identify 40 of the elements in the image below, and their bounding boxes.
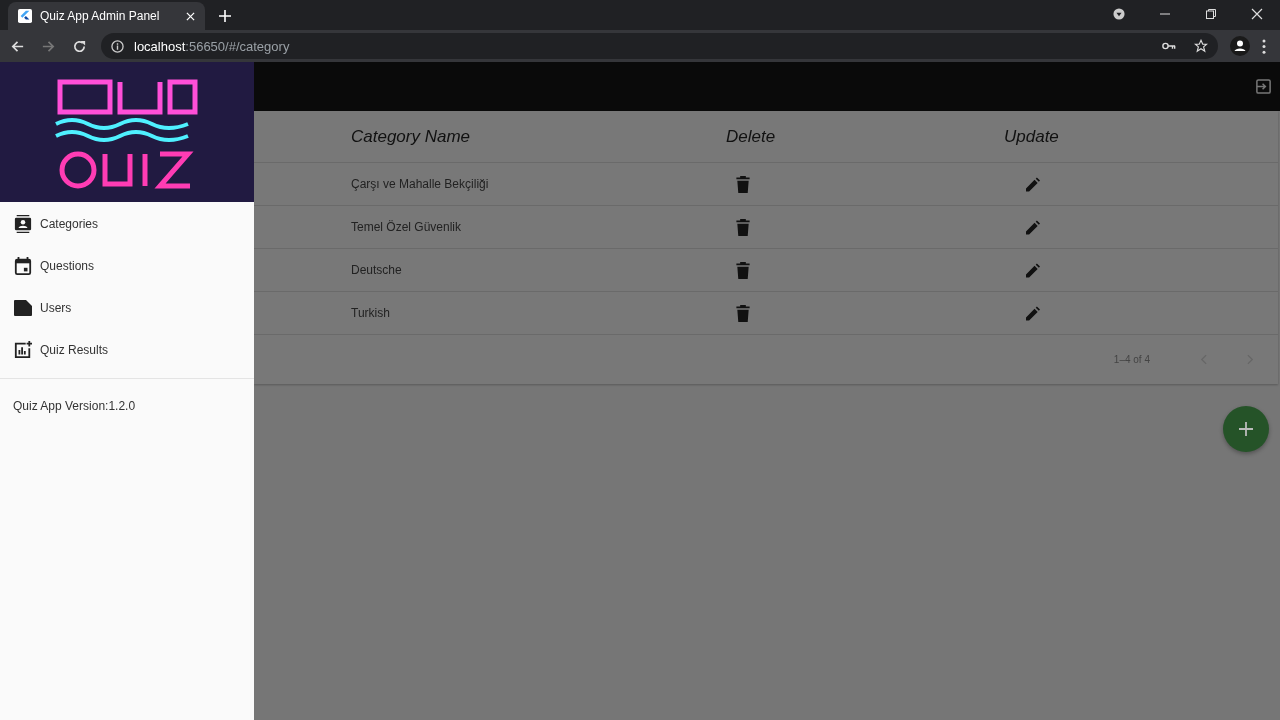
trash-icon[interactable] (736, 261, 750, 279)
logout-icon[interactable] (1255, 78, 1272, 95)
plus-icon (1239, 422, 1253, 436)
info-icon (111, 39, 124, 53)
trash-icon[interactable] (736, 304, 750, 322)
chart-add-icon (14, 341, 32, 359)
app-logo-icon (18, 9, 32, 23)
reload-icon[interactable] (72, 38, 87, 54)
star-icon[interactable] (1194, 39, 1208, 53)
table-cell: Deutsche (351, 263, 402, 277)
calendar-icon (14, 257, 32, 275)
column-header: Delete (726, 126, 776, 147)
table-cell: Turkish (351, 306, 390, 320)
url-text: localhost:56650/#/category (134, 38, 290, 54)
drawer-item[interactable]: Questions (0, 245, 254, 287)
restore-icon[interactable] (1205, 8, 1217, 20)
trash-icon[interactable] (736, 175, 750, 193)
column-header: Category Name (351, 126, 471, 147)
trash-icon[interactable] (736, 218, 750, 236)
pencil-icon[interactable] (1026, 175, 1040, 193)
table-cell: Temel Özel Güvenlik (351, 220, 462, 234)
account-icon[interactable] (1230, 36, 1250, 56)
menu-icon[interactable] (1262, 38, 1266, 54)
column-header: Update (1004, 126, 1059, 147)
drawer-item[interactable]: Categories (0, 203, 254, 245)
drawer-item[interactable]: Quiz Results (0, 329, 254, 371)
add-button[interactable] (1223, 406, 1269, 452)
contact-card-icon (14, 215, 32, 233)
pencil-icon[interactable] (1026, 261, 1040, 279)
close-icon[interactable] (1251, 8, 1263, 20)
table-cell: Çarşı ve Mahalle Bekçiliği (351, 177, 489, 191)
browser-tab[interactable]: Quiz App Admin Panel (8, 2, 205, 30)
pencil-icon[interactable] (1026, 218, 1040, 236)
address-field[interactable]: localhost:56650/#/category (101, 33, 1218, 59)
profile-menu-icon[interactable] (1113, 8, 1125, 20)
new-tab-icon[interactable] (219, 10, 231, 22)
pencil-icon[interactable] (1026, 304, 1040, 322)
version-text: Quiz App Version:1.2.0 (12, 398, 137, 413)
note-icon (14, 299, 32, 317)
drawer-item[interactable]: Users (0, 287, 254, 329)
